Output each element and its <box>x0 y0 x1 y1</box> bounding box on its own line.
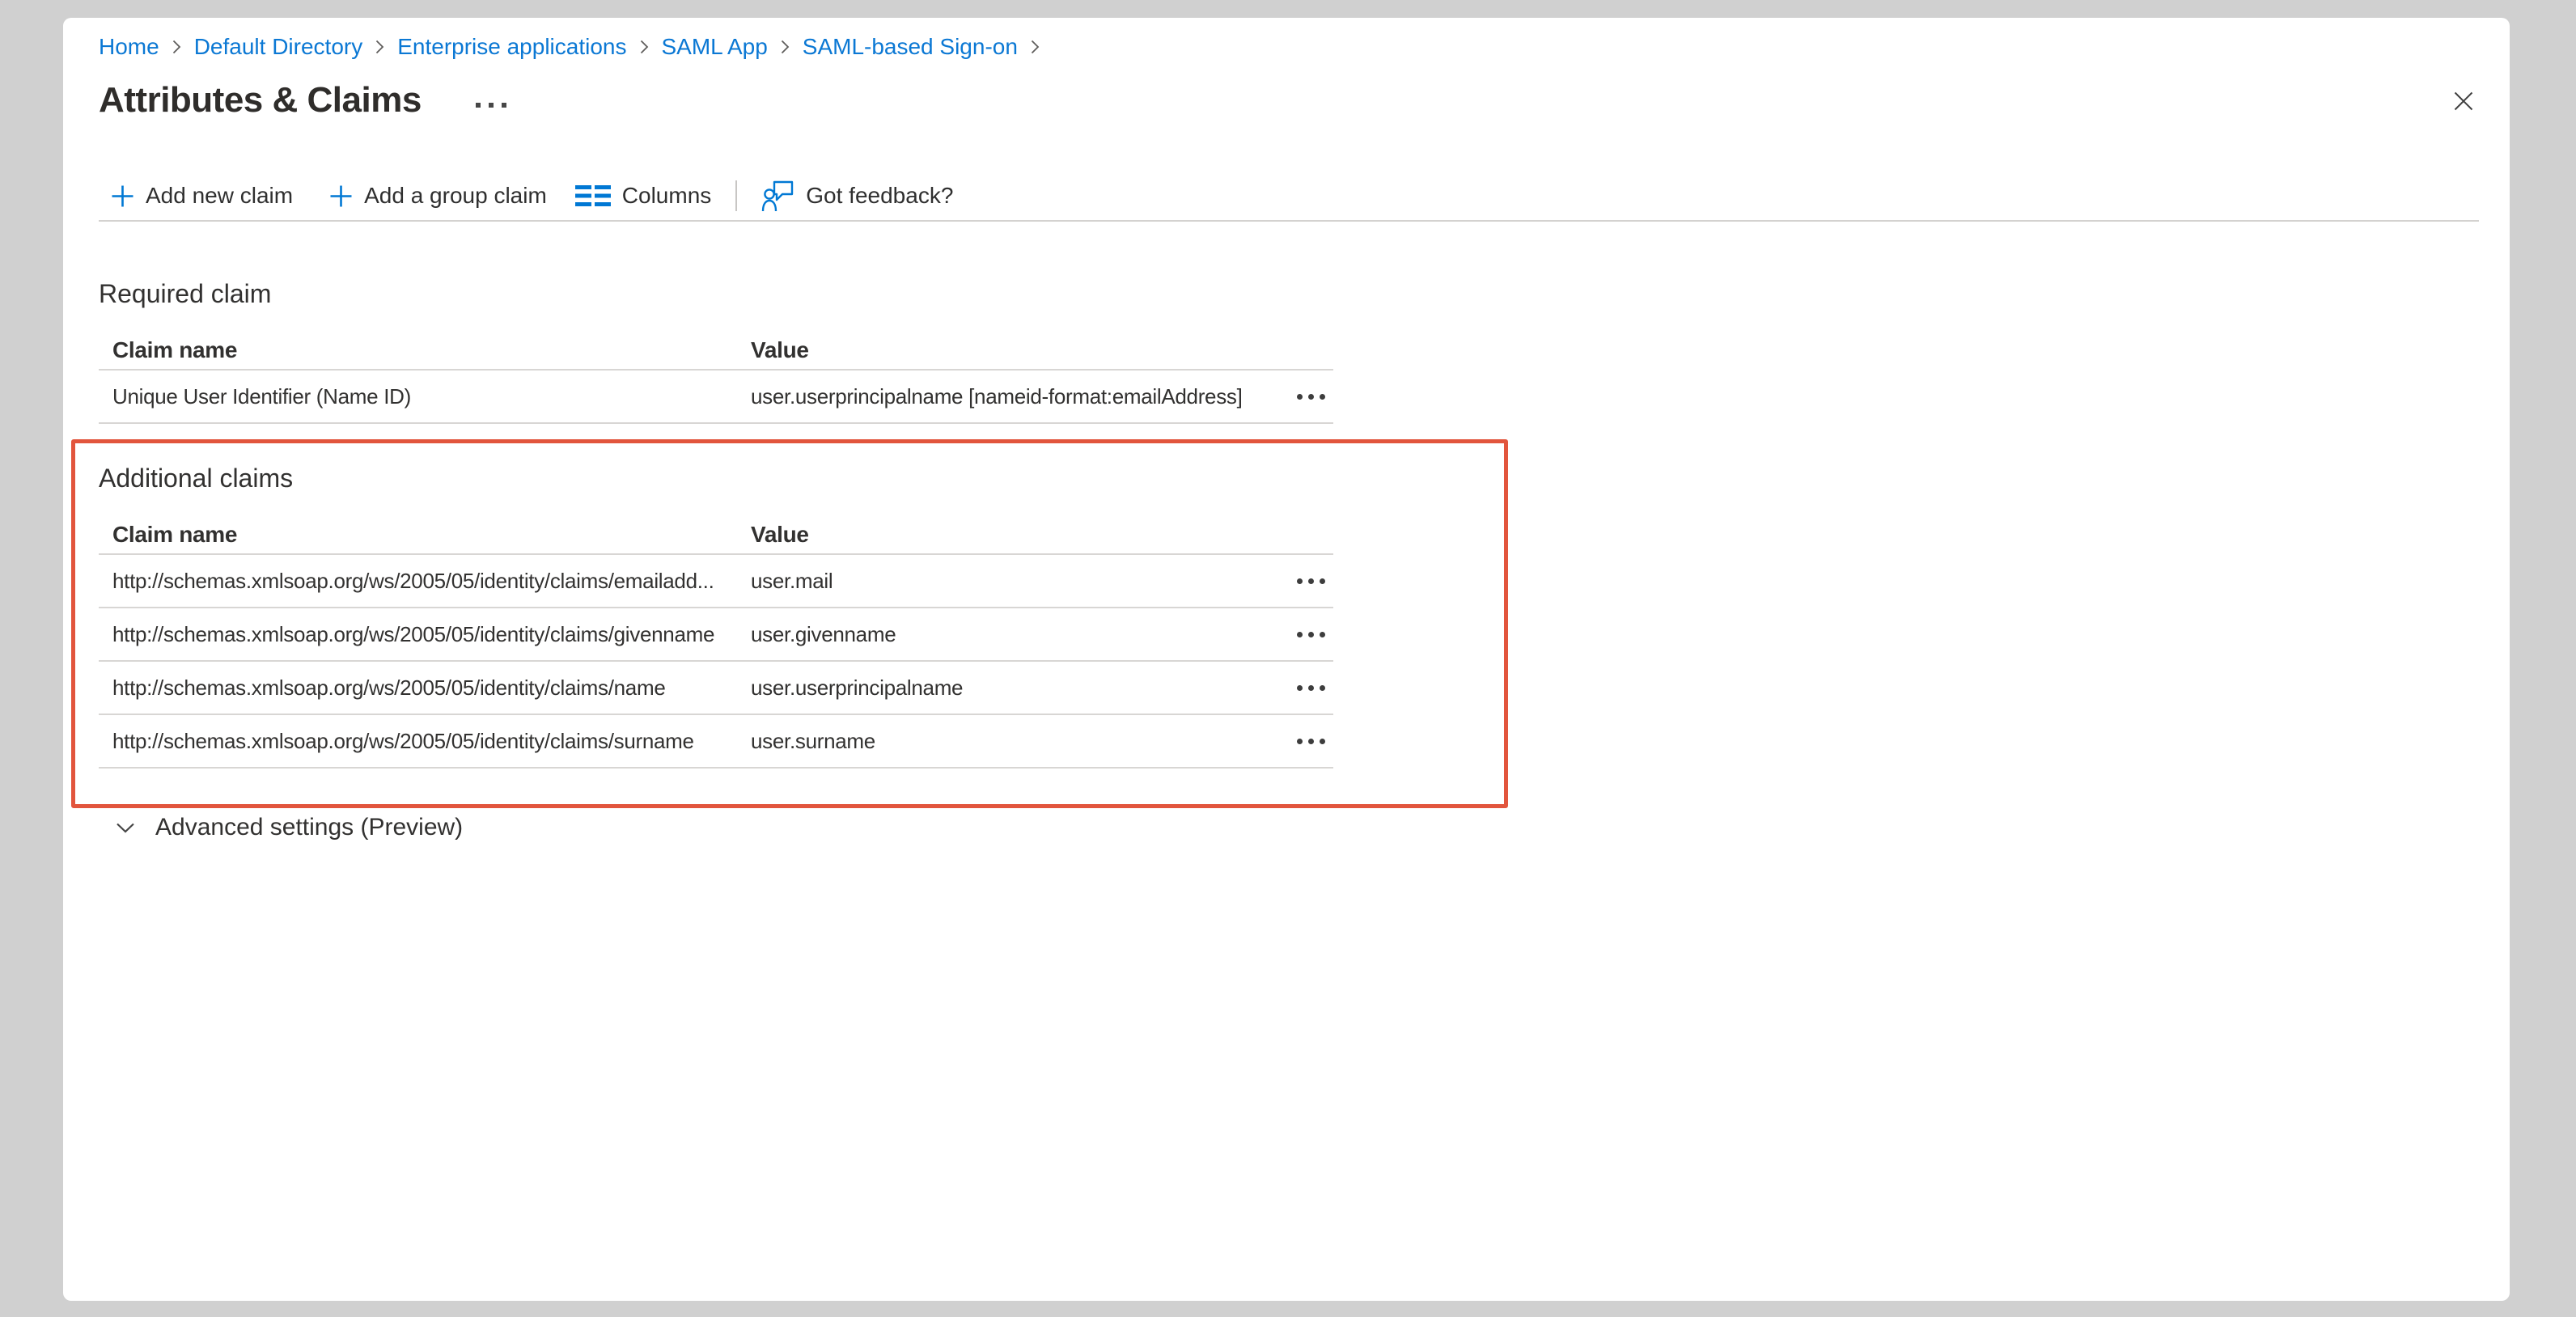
advanced-settings-label: Advanced settings (Preview) <box>155 814 463 841</box>
required-claim-table: Claim name Value Unique User Identifier … <box>99 332 1333 424</box>
columns-button[interactable]: Columns <box>574 182 711 210</box>
row-context-menu-icon[interactable] <box>1288 734 1328 749</box>
chevron-right-icon <box>780 38 790 56</box>
value-column-header: Value <box>751 337 1277 363</box>
table-header-row: Claim name Value <box>99 332 1333 371</box>
columns-icon <box>574 182 612 210</box>
title-row: Attributes & Claims <box>99 79 511 121</box>
got-feedback-button[interactable]: Got feedback? <box>761 179 953 213</box>
add-group-claim-label: Add a group claim <box>364 183 547 209</box>
add-new-claim-label: Add new claim <box>146 183 293 209</box>
columns-label: Columns <box>622 183 711 209</box>
chevron-right-icon <box>1030 38 1040 56</box>
breadcrumb-saml-based-sign-on[interactable]: SAML-based Sign-on <box>803 34 1018 60</box>
add-new-claim-button[interactable]: Add new claim <box>110 183 293 209</box>
claim-name-column-header: Claim name <box>99 522 751 548</box>
claim-name-cell: http://schemas.xmlsoap.org/ws/2005/05/id… <box>99 569 751 594</box>
add-group-claim-button[interactable]: Add a group claim <box>328 183 547 209</box>
additional-claims-table: Claim name Value http://schemas.xmlsoap.… <box>99 516 1333 769</box>
got-feedback-label: Got feedback? <box>806 183 953 209</box>
chevron-down-icon <box>115 821 136 835</box>
advanced-settings-toggle[interactable]: Advanced settings (Preview) <box>115 814 463 841</box>
row-context-menu-icon[interactable] <box>1288 627 1328 642</box>
page-title: Attributes & Claims <box>99 79 422 121</box>
claim-name-cell: http://schemas.xmlsoap.org/ws/2005/05/id… <box>99 622 751 647</box>
chevron-right-icon <box>172 38 182 56</box>
breadcrumb-saml-app[interactable]: SAML App <box>662 34 768 60</box>
toolbar-divider <box>735 180 737 211</box>
breadcrumb-default-directory[interactable]: Default Directory <box>194 34 363 60</box>
plus-icon <box>110 184 135 209</box>
additional-claims-section-title: Additional claims <box>99 463 293 493</box>
row-context-menu-icon[interactable] <box>1288 389 1328 404</box>
close-icon[interactable] <box>2445 83 2482 120</box>
breadcrumb-home[interactable]: Home <box>99 34 159 60</box>
table-row[interactable]: http://schemas.xmlsoap.org/ws/2005/05/id… <box>99 662 1333 715</box>
chevron-right-icon <box>375 38 385 56</box>
more-options-icon[interactable] <box>472 103 511 108</box>
claim-name-cell: Unique User Identifier (Name ID) <box>99 384 751 409</box>
chevron-right-icon <box>639 38 650 56</box>
claim-name-cell: http://schemas.xmlsoap.org/ws/2005/05/id… <box>99 729 751 754</box>
table-row[interactable]: http://schemas.xmlsoap.org/ws/2005/05/id… <box>99 715 1333 769</box>
attributes-claims-panel: Home Default Directory Enterprise applic… <box>63 18 2510 1301</box>
table-header-row: Claim name Value <box>99 516 1333 555</box>
required-claim-section-title: Required claim <box>99 278 271 309</box>
claim-value-cell: user.userprincipalname [nameid-format:em… <box>751 384 1277 409</box>
claim-name-column-header: Claim name <box>99 337 751 363</box>
claim-value-cell: user.mail <box>751 569 1277 594</box>
breadcrumb-enterprise-applications[interactable]: Enterprise applications <box>397 34 626 60</box>
plus-icon <box>328 184 354 209</box>
toolbar-rule <box>99 220 2479 222</box>
row-context-menu-icon[interactable] <box>1288 574 1328 589</box>
command-bar: Add new claim Add a group claim Columns <box>110 176 953 215</box>
claim-value-cell: user.userprincipalname <box>751 675 1277 701</box>
claim-value-cell: user.givenname <box>751 622 1277 647</box>
table-row[interactable]: http://schemas.xmlsoap.org/ws/2005/05/id… <box>99 555 1333 608</box>
value-column-header: Value <box>751 522 1277 548</box>
claim-name-cell: http://schemas.xmlsoap.org/ws/2005/05/id… <box>99 675 751 701</box>
table-row[interactable]: http://schemas.xmlsoap.org/ws/2005/05/id… <box>99 608 1333 662</box>
row-context-menu-icon[interactable] <box>1288 680 1328 696</box>
feedback-icon <box>761 179 795 213</box>
table-row[interactable]: Unique User Identifier (Name ID) user.us… <box>99 371 1333 424</box>
claim-value-cell: user.surname <box>751 729 1277 754</box>
breadcrumb: Home Default Directory Enterprise applic… <box>99 31 1053 63</box>
